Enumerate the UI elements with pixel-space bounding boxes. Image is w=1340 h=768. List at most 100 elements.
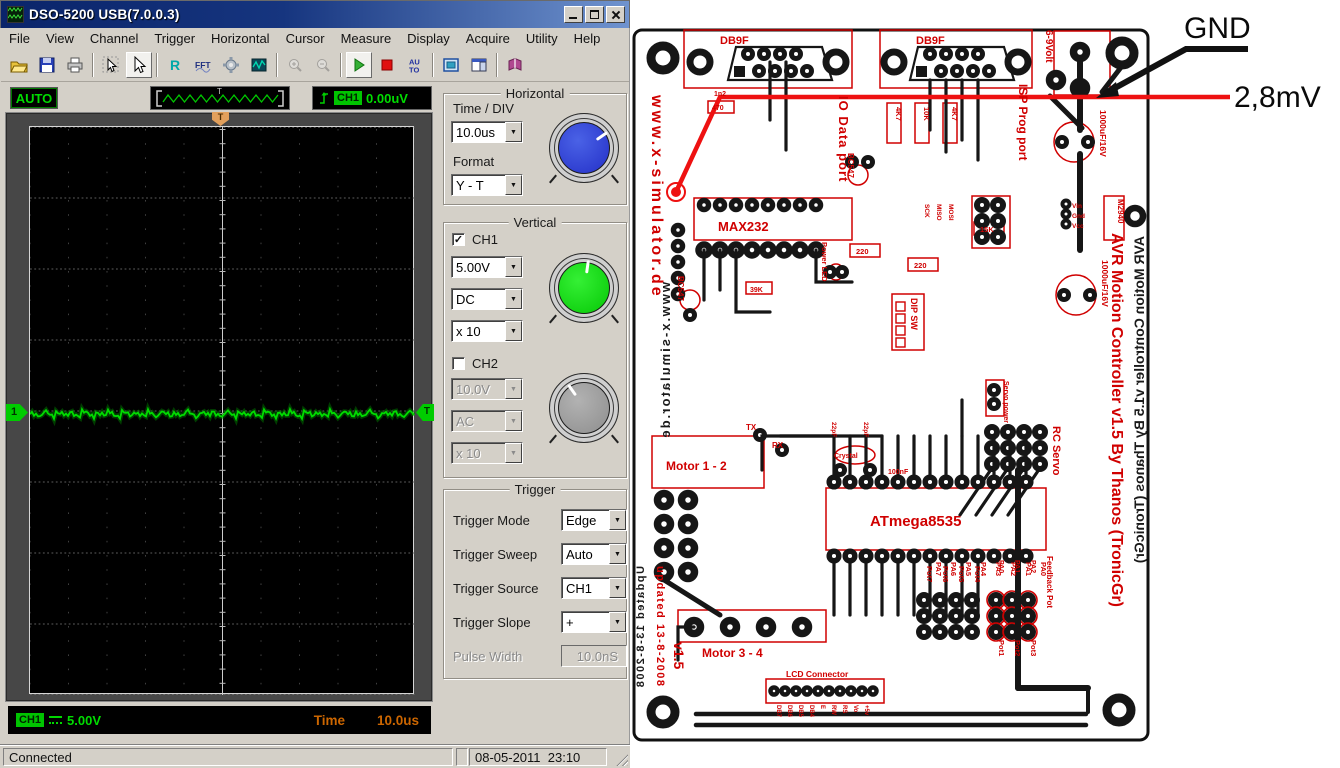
- pcb-label-rc-servo: RC Servo: [1050, 426, 1062, 476]
- ch1-position-knob[interactable]: [549, 253, 619, 323]
- ch2-position-knob[interactable]: [549, 373, 619, 443]
- ch2-checkbox[interactable]: [452, 357, 465, 370]
- time-div-select[interactable]: 10.0us ▼: [451, 121, 523, 143]
- titlebar[interactable]: DSO-5200 USB(7.0.0.3): [0, 0, 630, 28]
- preview-left-bracket: [156, 90, 162, 107]
- trigger-slope-label: Trigger Slope: [453, 615, 531, 630]
- ref-button[interactable]: R: [162, 52, 188, 78]
- svg-text:FFT: FFT: [195, 60, 211, 70]
- autoset-button[interactable]: AU TO: [402, 52, 428, 78]
- svg-text:PA2: PA2: [1029, 560, 1036, 573]
- fullscreen-button[interactable]: [438, 52, 464, 78]
- chevron-down-icon[interactable]: ▼: [505, 175, 522, 195]
- stop-button[interactable]: [374, 52, 400, 78]
- svg-text:RW: RW: [830, 705, 836, 715]
- format-label: Format: [453, 154, 495, 169]
- svg-text:Pot3: Pot3: [1029, 640, 1038, 656]
- pcb-label-470: 470: [712, 105, 724, 112]
- menu-trigger[interactable]: Trigger: [146, 29, 203, 48]
- minimize-button[interactable]: [564, 6, 583, 23]
- svg-text:Pot2: Pot2: [1013, 640, 1022, 656]
- trigger-group-title: Trigger: [509, 482, 561, 497]
- fft-button[interactable]: FFT: [190, 52, 216, 78]
- cursor-zone-button[interactable]: [98, 52, 124, 78]
- svg-text:RS: RS: [841, 705, 847, 713]
- pcb-label-gnd-pin: Gnd: [1072, 213, 1085, 220]
- menu-channel[interactable]: Channel: [82, 29, 146, 48]
- pcb-label-4k7-1: 4K7: [894, 107, 903, 121]
- pcb-label-motor34: Motor 3 - 4: [702, 646, 763, 660]
- chevron-down-icon[interactable]: ▼: [505, 257, 522, 277]
- arrow-pointer-icon: [134, 56, 147, 74]
- pcb-label-mosi: MOSI: [947, 204, 954, 221]
- menu-horizontal[interactable]: Horizontal: [203, 29, 278, 48]
- dso-app-window: DSO-5200 USB(7.0.0.3) File View Channel …: [0, 0, 630, 768]
- waveform-preview[interactable]: T: [150, 86, 290, 110]
- trigger-sweep-label: Trigger Sweep: [453, 547, 538, 562]
- svg-text:DB4: DB4: [808, 705, 814, 718]
- trigger-sweep-select[interactable]: Auto ▼: [561, 543, 627, 565]
- menu-acquire[interactable]: Acquire: [458, 29, 518, 48]
- trigger-slope-select[interactable]: + ▼: [561, 611, 627, 633]
- menu-help[interactable]: Help: [566, 29, 609, 48]
- chevron-down-icon: ▼: [505, 443, 522, 463]
- trigger-mode-select[interactable]: Edge ▼: [561, 509, 627, 531]
- ch1-coupling-select[interactable]: DC ▼: [451, 288, 523, 310]
- format-select[interactable]: Y - T ▼: [451, 174, 523, 196]
- chevron-down-icon[interactable]: ▼: [609, 578, 626, 598]
- layout-button[interactable]: [466, 52, 492, 78]
- trigger-source-select[interactable]: CH1 ▼: [561, 577, 627, 599]
- pcb-label-1n2: 1n2: [714, 91, 726, 98]
- chevron-down-icon[interactable]: ▼: [609, 510, 626, 530]
- ch1-checkbox[interactable]: [452, 233, 465, 246]
- trigger-source-badge: CH1: [334, 91, 363, 105]
- chevron-down-icon[interactable]: ▼: [609, 544, 626, 564]
- print-icon: [67, 57, 83, 73]
- settings-button[interactable]: [218, 52, 244, 78]
- cursor-arrow-button[interactable]: [126, 52, 152, 78]
- minimize-icon: [569, 17, 577, 19]
- chevron-down-icon[interactable]: ▼: [609, 612, 626, 632]
- measure-strip: CH1 5.00V Time 10.0us: [8, 706, 431, 734]
- ch2-volts-select: 10.0V ▼: [451, 378, 523, 400]
- save-button[interactable]: [34, 52, 60, 78]
- ch1-volts-select[interactable]: 5.00V ▼: [451, 256, 523, 278]
- menu-cursor[interactable]: Cursor: [278, 29, 333, 48]
- pcb-label-22pf-2: 22pF: [862, 422, 869, 437]
- dc-coupling-icon: [49, 715, 63, 725]
- print-button[interactable]: [62, 52, 88, 78]
- menu-utility[interactable]: Utility: [518, 29, 566, 48]
- maximize-icon: [590, 10, 599, 19]
- menu-measure[interactable]: Measure: [333, 29, 400, 48]
- menu-view[interactable]: View: [38, 29, 82, 48]
- waveform-button[interactable]: [246, 52, 272, 78]
- pcb-label-db9f-2: DB9F: [916, 35, 945, 47]
- maximize-button[interactable]: [585, 6, 604, 23]
- horizontal-knob[interactable]: [549, 113, 619, 183]
- trigger-mode-label: Trigger Mode: [453, 513, 530, 528]
- pcb-label-power-input: 6-9Volt: [1043, 30, 1054, 63]
- zoom-in-icon: [289, 59, 302, 72]
- close-button[interactable]: [606, 6, 625, 23]
- chevron-down-icon[interactable]: ▼: [505, 321, 522, 341]
- pcb-label-vcc: Vcc: [1072, 223, 1084, 230]
- window-layout-icon: [471, 58, 487, 72]
- svg-text:DB5: DB5: [797, 705, 803, 718]
- resize-grip[interactable]: [615, 753, 628, 766]
- ch1-probe-select[interactable]: x 10 ▼: [451, 320, 523, 342]
- chevron-down-icon: ▼: [505, 411, 522, 431]
- knob-pointer: [546, 250, 623, 327]
- chevron-down-icon[interactable]: ▼: [505, 122, 522, 142]
- open-folder-icon: [10, 61, 28, 73]
- open-button[interactable]: [6, 52, 32, 78]
- pcb-label-updated: updated 13-8-2008: [654, 566, 666, 687]
- help-button[interactable]: [502, 52, 528, 78]
- chevron-down-icon[interactable]: ▼: [505, 289, 522, 309]
- svg-text:E: E: [819, 705, 825, 709]
- run-button[interactable]: [346, 52, 372, 78]
- connection-status: Connected: [3, 748, 453, 766]
- menu-display[interactable]: Display: [399, 29, 458, 48]
- screenshot-root: DSO-5200 USB(7.0.0.3) File View Channel …: [0, 0, 1340, 768]
- svg-text:PA1: PA1: [1013, 560, 1020, 573]
- menu-file[interactable]: File: [1, 29, 38, 48]
